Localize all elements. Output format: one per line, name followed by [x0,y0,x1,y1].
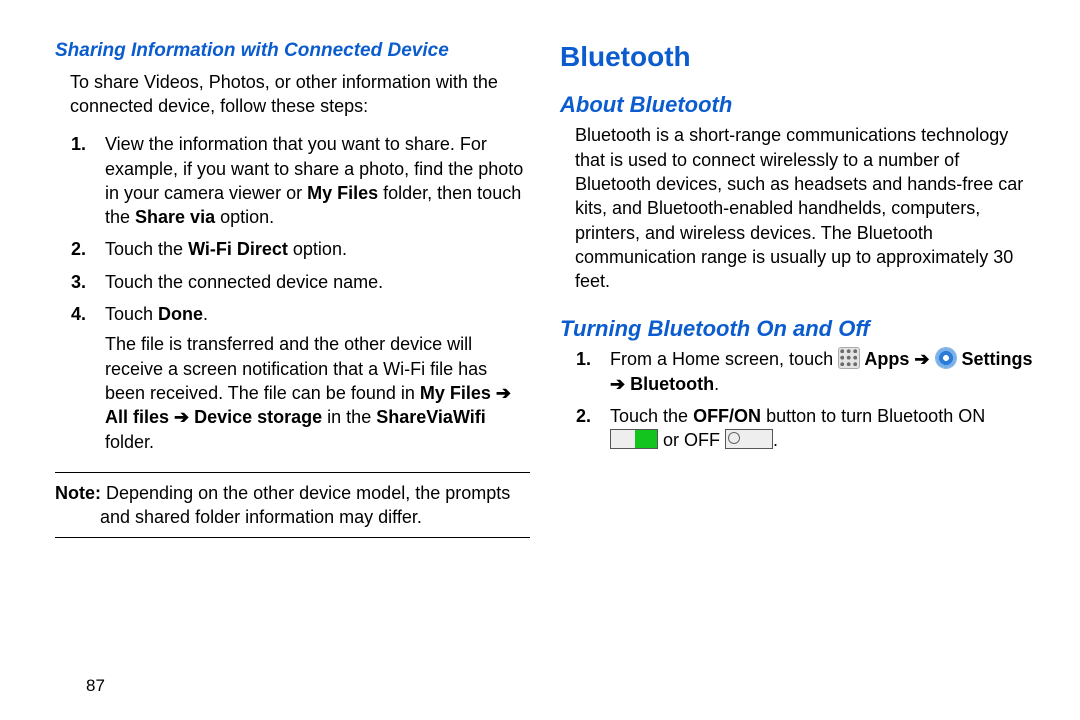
right-column: Bluetooth About Bluetooth Bluetooth is a… [560,38,1035,720]
step-text: . [203,304,208,324]
left-column: Sharing Information with Connected Devic… [55,38,530,720]
bluetooth-heading: Bluetooth [560,38,1035,76]
note-text: Depending on the other device model, the… [100,483,510,527]
manual-page: Sharing Information with Connected Devic… [0,0,1080,720]
step-4-continuation: The file is transferred and the other de… [105,332,530,453]
step-text: option. [288,239,347,259]
step-text: Touch the [105,239,188,259]
about-heading: About Bluetooth [560,90,1035,120]
share-via-label: Share via [135,207,215,227]
done-label: Done [158,304,203,324]
turning-heading: Turning Bluetooth On and Off [560,314,1035,344]
apps-label: Apps ➔ [860,349,934,369]
step-text: . [773,430,778,450]
step-text: Touch the connected device name. [105,272,383,292]
step-number: 1. [576,347,591,371]
step-text: option. [215,207,274,227]
note-block: Note: Depending on the other device mode… [55,472,530,539]
step-3: 3. Touch the connected device name. [85,270,530,294]
sharing-heading: Sharing Information with Connected Devic… [55,38,530,64]
apps-icon [838,347,860,369]
step-text: or OFF [658,430,725,450]
step-2: 2. Touch the Wi-Fi Direct option. [85,237,530,261]
step-number: 1. [71,132,86,156]
step-text: button to turn Bluetooth ON [761,406,985,426]
my-files-label: My Files [307,183,378,203]
step-text: in the [322,407,376,427]
page-number: 87 [86,676,105,696]
step-text: From a Home screen, touch [610,349,838,369]
step-number: 3. [71,270,86,294]
step-number: 4. [71,302,86,326]
step-1: 1. View the information that you want to… [85,132,530,229]
settings-icon [935,347,957,369]
step-text: folder. [105,432,154,452]
offon-label: OFF/ON [693,406,761,426]
step-number: 2. [576,404,591,428]
step-text: Touch the [610,406,693,426]
bt-step-1: 1. From a Home screen, touch Apps ➔ Sett… [590,347,1035,396]
step-text: Touch [105,304,158,324]
note-label: Note: [55,483,101,503]
toggle-off-icon [725,429,773,449]
about-text: Bluetooth is a short-range communication… [560,123,1035,293]
toggle-on-icon [610,429,658,449]
sharevia-folder: ShareViaWifi [376,407,486,427]
wifi-direct-label: Wi-Fi Direct [188,239,288,259]
bluetooth-steps: 1. From a Home screen, touch Apps ➔ Sett… [560,347,1035,452]
step-number: 2. [71,237,86,261]
sharing-intro: To share Videos, Photos, or other inform… [55,70,530,119]
sharing-steps: 1. View the information that you want to… [55,132,530,454]
step-4: 4. Touch Done. The file is transferred a… [85,302,530,454]
step-text: . [714,374,719,394]
bt-step-2: 2. Touch the OFF/ON button to turn Bluet… [590,404,1035,453]
